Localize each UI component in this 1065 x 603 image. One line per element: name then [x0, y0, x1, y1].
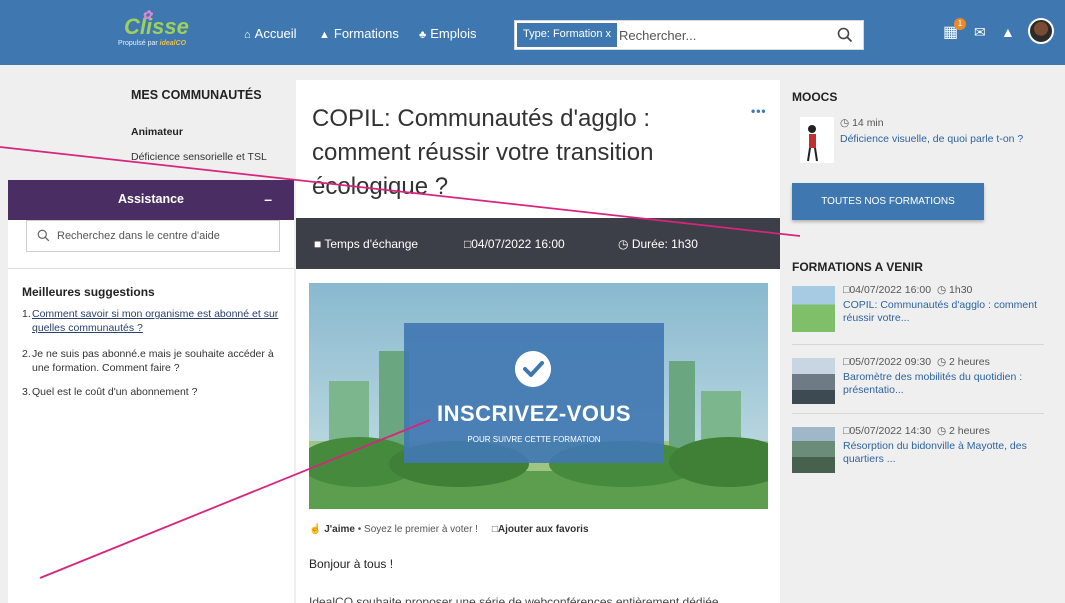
trophy-icon: ♣: [419, 29, 427, 41]
chat-icon[interactable]: ✉: [974, 24, 986, 41]
avatar[interactable]: [1028, 18, 1054, 44]
suggestion-item[interactable]: 1. Comment savoir si mon organisme est ab…: [22, 307, 280, 335]
logo[interactable]: ✿ Clisse Propulsé par idealCO: [118, 8, 228, 56]
event-card: COPIL: Communautés d'agglo : comment réu…: [296, 80, 780, 603]
upcoming-link[interactable]: Baromètre des mobilités du quotidien : p…: [843, 371, 1055, 396]
community-role: Animateur: [131, 126, 183, 138]
top-navbar: ✿ Clisse Propulsé par idealCO ⌂ Accueil ▲ F…: [0, 0, 1065, 65]
upcoming-meta: □05/07/2022 09:30 ◷ 2 heures: [843, 356, 990, 368]
nav-formations[interactable]: ▲ Formations: [319, 26, 399, 41]
event-actions: ☝ J'aime • Soyez le premier à voter ! □A…: [309, 524, 589, 535]
register-label: INSCRIVEZ-VOUS: [436, 401, 632, 426]
event-title: COPIL: Communautés d'agglo : comment réu…: [312, 105, 654, 200]
video-camera-icon: ■: [314, 237, 322, 251]
upcoming-link[interactable]: Résorption du bidonville à Mayotte, des …: [843, 440, 1055, 465]
clock-icon: ◷: [936, 284, 947, 296]
help-search-input[interactable]: Recherchez dans le centre d'aide: [26, 220, 280, 252]
upcoming-link[interactable]: COPIL: Communautés d'agglo : comment réu…: [843, 299, 1055, 324]
suggestion-item[interactable]: 2. Je ne suis pas abonné.e mais je souhai…: [22, 347, 280, 375]
upcoming-meta: □04/07/2022 16:00 ◷ 1h30: [843, 284, 973, 296]
communities-title: MES COMMUNAUTÉS: [131, 88, 262, 102]
search-input[interactable]: Rechercher...: [619, 28, 696, 43]
event-description-cut: IdealCO souhaite proposer une série de w…: [309, 595, 719, 603]
clock-icon: ◷: [618, 237, 629, 251]
global-search[interactable]: Type: Formation x Rechercher...: [514, 20, 864, 50]
event-description: Bonjour à tous !: [309, 557, 394, 571]
event-thumbnail: [792, 286, 835, 332]
home-icon: ⌂: [244, 29, 251, 41]
logo-mark: ✿ Clisse: [124, 8, 189, 39]
bell-icon[interactable]: ▲: [1001, 24, 1015, 40]
event-thumbnail: [792, 358, 835, 404]
search-icon: [37, 229, 50, 242]
all-trainings-button[interactable]: TOUTES NOS FORMATIONS: [792, 183, 984, 220]
event-banner[interactable]: INSCRIVEZ-VOUS POUR SUIVRE CETTE FORMATI…: [309, 283, 768, 509]
chip-close-icon[interactable]: x: [606, 28, 612, 40]
suggestion-item[interactable]: 3. Quel est le coût d'un abonnement ?: [22, 385, 280, 399]
clock-icon: ◷: [840, 117, 850, 129]
upcoming-title: FORMATIONS A VENIR: [792, 260, 923, 274]
clock-icon: ◷: [936, 356, 947, 368]
divider: [8, 268, 294, 269]
mooc-duration: ◷ 14 min: [840, 117, 884, 129]
event-info-bar: ■ Temps d'échange □04/07/2022 16:00 ◷ Du…: [296, 218, 780, 269]
like-button[interactable]: ☝ J'aime: [309, 524, 355, 535]
nav-emplois[interactable]: ♣ Emplois: [419, 26, 476, 41]
mooc-thumbnail[interactable]: [800, 117, 834, 163]
event-thumbnail: [792, 427, 835, 473]
upcoming-meta: □05/07/2022 14:30 ◷ 2 heures: [843, 425, 990, 437]
suggestions-title: Meilleures suggestions: [22, 285, 155, 299]
assistance-header[interactable]: Assistance –: [8, 180, 294, 220]
moocs-title: MOOCS: [792, 90, 838, 104]
register-button[interactable]: INSCRIVEZ-VOUS POUR SUIVRE CETTE FORMATI…: [404, 323, 664, 463]
nav-accueil[interactable]: ⌂ Accueil: [244, 26, 297, 41]
notification-badge: 1: [954, 18, 966, 30]
community-link[interactable]: Déficience sensorielle et TSL: [131, 151, 267, 163]
register-sublabel: POUR SUIVRE CETTE FORMATION: [467, 435, 601, 444]
logo-subtitle: Propulsé par idealCO: [118, 40, 187, 47]
event-duration: ◷ Durée: 1h30: [618, 237, 698, 251]
graduation-cap-icon: ▲: [319, 29, 330, 41]
thumbs-up-icon: ☝: [309, 524, 322, 535]
event-date: □04/07/2022 16:00: [464, 237, 565, 251]
favorite-button[interactable]: □Ajouter aux favoris: [492, 524, 589, 535]
clock-icon: ◷: [936, 425, 947, 437]
mooc-link[interactable]: Déficience visuelle, de quoi parle t-on …: [840, 133, 1055, 146]
minimize-icon[interactable]: –: [264, 180, 272, 218]
search-icon[interactable]: [837, 27, 853, 43]
divider: [792, 413, 1044, 414]
event-type: ■ Temps d'échange: [314, 237, 419, 251]
assistance-panel: Assistance – Recherchez dans le centre d…: [8, 180, 294, 603]
more-options-icon[interactable]: •••: [751, 104, 767, 118]
check-icon: [515, 351, 551, 387]
search-filter-chip[interactable]: Type: Formation x: [517, 23, 618, 47]
divider: [792, 344, 1044, 345]
